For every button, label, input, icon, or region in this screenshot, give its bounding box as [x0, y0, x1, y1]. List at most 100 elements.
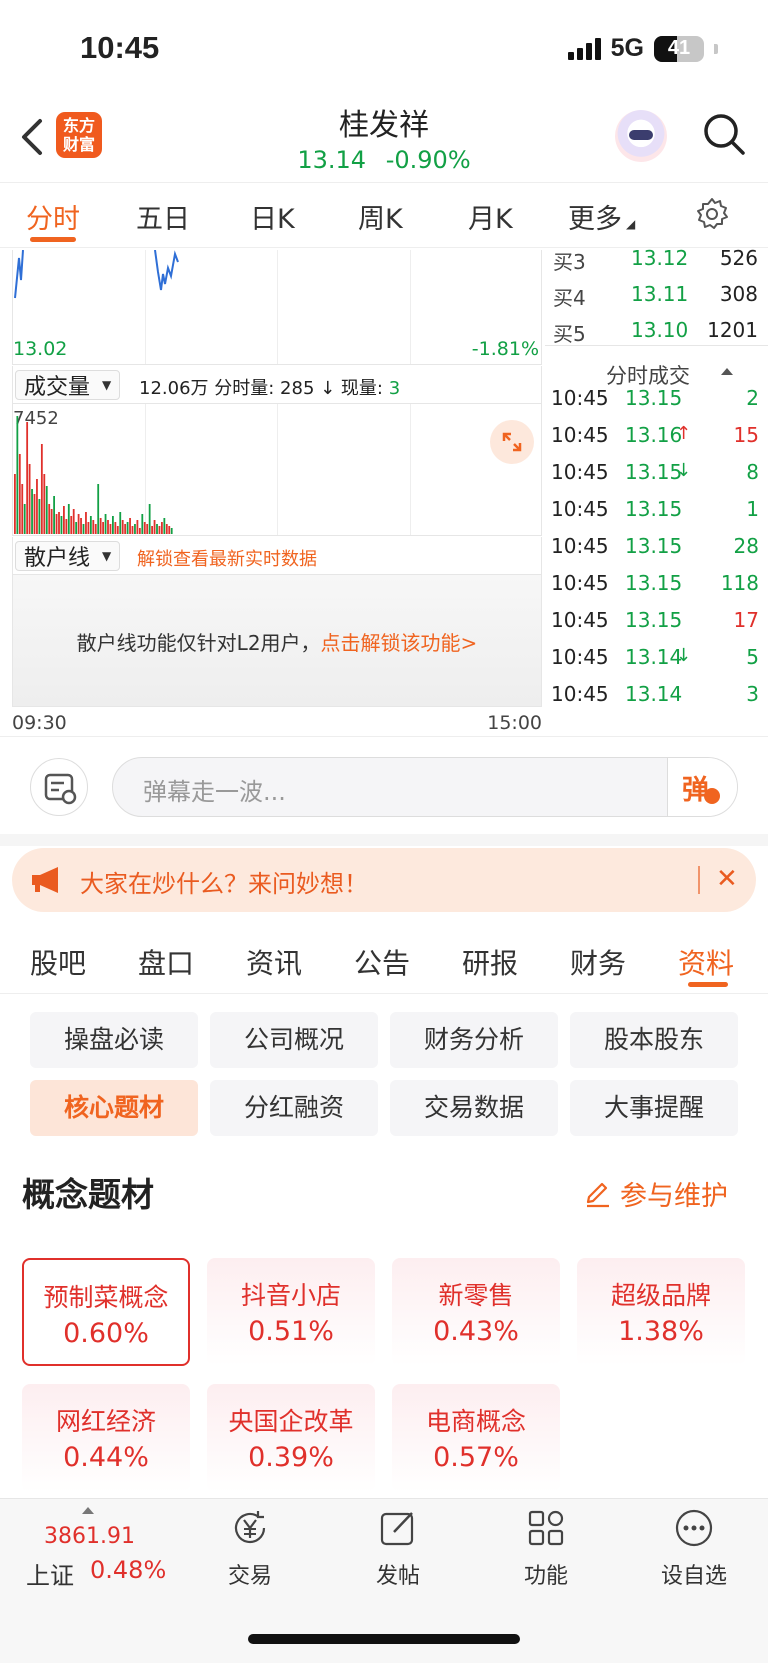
- volume-bar: [109, 524, 112, 534]
- maintain-label: 参与维护: [620, 1181, 728, 1212]
- nav-add-watchlist-label: 设自选: [660, 1564, 727, 1589]
- btn-company-overview[interactable]: 公司概况: [210, 1012, 378, 1068]
- tick-row: 10:45 13.16 ↑ 15: [551, 423, 759, 459]
- price-chart[interactable]: 13.02 -1.81%: [12, 250, 542, 365]
- tab-monthly-k[interactable]: 月K: [468, 197, 513, 236]
- tick-price: 13.15: [625, 534, 683, 558]
- btn-shareholders[interactable]: 股本股东: [570, 1012, 738, 1068]
- volume-bar: [21, 484, 24, 534]
- volume-bar: [67, 504, 70, 534]
- btn-core-themes[interactable]: 核心题材: [30, 1080, 198, 1136]
- tick-volume: 3: [746, 682, 759, 706]
- danmu-send-button[interactable]: 弹: [667, 758, 737, 816]
- stock-price: 13.14: [297, 146, 367, 174]
- tab-profile[interactable]: 资料: [678, 942, 734, 982]
- tick-row: 10:45 13.15 1: [551, 497, 759, 533]
- volume-bar: [141, 514, 144, 534]
- index-caret-icon[interactable]: [82, 1507, 94, 1514]
- tick-price: 13.15: [625, 460, 683, 484]
- concept-card[interactable]: 网红经济 0.44%: [22, 1384, 190, 1492]
- volume-bar: [65, 519, 68, 534]
- volume-bar: [99, 518, 102, 534]
- tab-research[interactable]: 研报: [462, 942, 518, 982]
- tab-guba[interactable]: 股吧: [30, 942, 86, 982]
- danmu-input[interactable]: 弹幕走一波... 弹: [112, 757, 738, 817]
- volume-bar: [104, 514, 107, 534]
- volume-chart[interactable]: 7452: [12, 404, 542, 536]
- tick-time: 10:45: [551, 497, 609, 521]
- concept-card[interactable]: 央国企改革 0.39%: [207, 1384, 375, 1492]
- volume-bar: [143, 522, 146, 534]
- note-settings-icon: [44, 773, 77, 805]
- nav-trade[interactable]: 交易: [200, 1508, 300, 1590]
- locked-msg-text: 散户线功能仅针对L2用户，: [76, 631, 321, 655]
- volume-info-text: 12.06万 分时量: 285 ↓ 现量:: [139, 378, 383, 399]
- maintain-button[interactable]: 参与维护: [584, 1174, 728, 1213]
- index-name[interactable]: 上证: [26, 1556, 74, 1591]
- tick-row: 10:45 13.15 2: [551, 386, 759, 422]
- unlock-feature-link[interactable]: 点击解锁该功能>: [321, 631, 478, 655]
- note-settings-button[interactable]: [30, 758, 88, 816]
- concept-name: 预制菜概念: [43, 1283, 169, 1312]
- section-gap: [0, 834, 768, 846]
- search-icon[interactable]: [702, 112, 746, 156]
- concept-card[interactable]: 超级品牌 1.38%: [577, 1258, 745, 1366]
- index-pct[interactable]: 0.48%: [90, 1556, 166, 1584]
- active-tab-indicator: [688, 982, 728, 987]
- tick-volume: 5: [746, 645, 759, 669]
- close-icon[interactable]: ✕: [716, 864, 738, 894]
- tab-daily-k[interactable]: 日K: [250, 197, 295, 236]
- concept-card[interactable]: 新零售 0.43%: [392, 1258, 560, 1366]
- concept-name: 新零售: [438, 1281, 514, 1310]
- volume-bar: [94, 524, 97, 534]
- btn-trading-guide[interactable]: 操盘必读: [30, 1012, 198, 1068]
- check-icon: [704, 788, 720, 804]
- tab-announcements[interactable]: 公告: [354, 942, 410, 982]
- scatter-selector[interactable]: 散户线 ▼: [15, 541, 121, 571]
- nav-post[interactable]: 发帖: [348, 1508, 448, 1590]
- assistant-robot-icon[interactable]: [615, 110, 667, 162]
- chart-low-price: 13.02: [13, 338, 68, 360]
- volume-bar: [60, 516, 63, 534]
- btn-financial-analysis[interactable]: 财务分析: [390, 1012, 558, 1068]
- concept-title: 概念题材: [22, 1175, 154, 1214]
- btn-dividends[interactable]: 分红融资: [210, 1080, 378, 1136]
- volume-bar: [77, 514, 80, 534]
- tab-pankou[interactable]: 盘口: [138, 942, 194, 982]
- volume-bar: [136, 520, 139, 534]
- nav-add-watchlist[interactable]: 设自选: [644, 1508, 744, 1590]
- volume-bar: [58, 512, 60, 534]
- tick-volume: 118: [720, 571, 759, 595]
- btn-event-reminders[interactable]: 大事提醒: [570, 1080, 738, 1136]
- settings-gear-icon[interactable]: [694, 196, 730, 232]
- volume-selector[interactable]: 成交量 ▼: [15, 370, 121, 400]
- concept-card[interactable]: 电商概念 0.57%: [392, 1384, 560, 1492]
- tab-news[interactable]: 资讯: [246, 942, 302, 982]
- tab-intraday[interactable]: 分时: [26, 197, 80, 236]
- expand-chart-button[interactable]: [490, 420, 534, 464]
- home-indicator[interactable]: [248, 1634, 520, 1644]
- volume-bar: [82, 524, 85, 534]
- tab-five-day[interactable]: 五日: [136, 197, 190, 236]
- scatter-header: 散户线 ▼ 解锁查看最新实时数据: [12, 537, 542, 575]
- volume-bar: [16, 416, 19, 534]
- scatter-unlock-link[interactable]: 解锁查看最新实时数据: [137, 545, 317, 571]
- volume-bar: [31, 489, 33, 534]
- tick-direction: ↑: [676, 423, 692, 444]
- tab-more-label: 更多: [568, 204, 622, 235]
- index-value[interactable]: 3861.91: [44, 1524, 135, 1549]
- tick-volume: 8: [746, 460, 759, 484]
- volume-bar: [45, 486, 48, 534]
- tick-price: 13.15: [625, 571, 683, 595]
- tab-finance[interactable]: 财务: [570, 942, 626, 982]
- btn-trading-data[interactable]: 交易数据: [390, 1080, 558, 1136]
- signal-icon: [567, 37, 601, 60]
- ask-banner[interactable]: 大家在炒什么？来问妙想！ ✕: [12, 848, 756, 912]
- divider: [0, 736, 768, 737]
- tab-weekly-k[interactable]: 周K: [358, 197, 403, 236]
- concept-card[interactable]: 预制菜概念 0.60%: [22, 1258, 190, 1366]
- nav-trade-label: 交易: [227, 1564, 272, 1589]
- tab-more[interactable]: 更多 ◢: [568, 197, 635, 236]
- concept-card[interactable]: 抖音小店 0.51%: [207, 1258, 375, 1366]
- nav-functions[interactable]: 功能: [496, 1508, 596, 1590]
